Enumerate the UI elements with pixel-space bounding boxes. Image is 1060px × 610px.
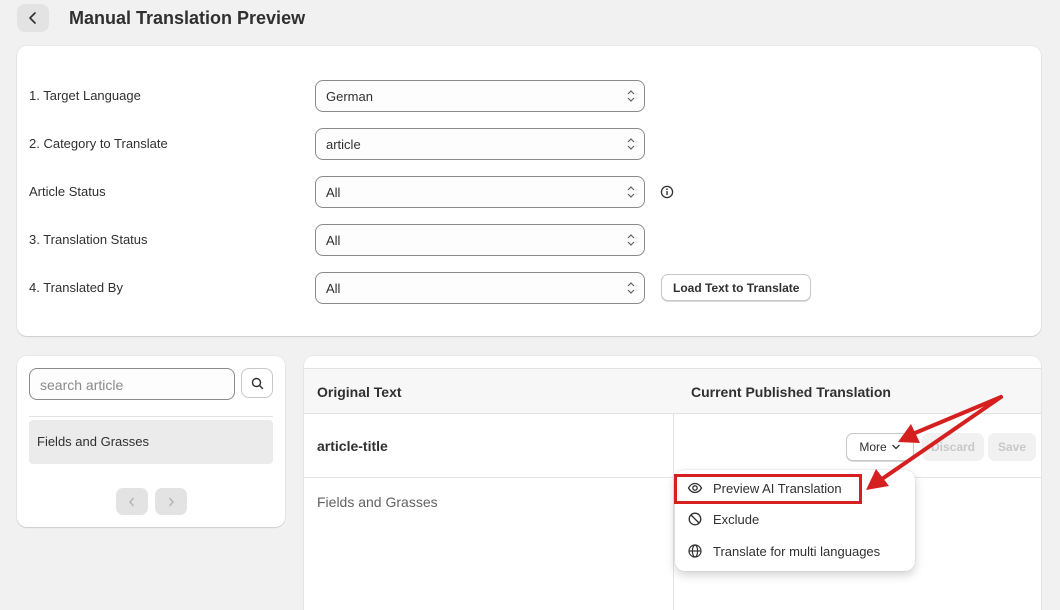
chevron-right-icon bbox=[168, 497, 174, 506]
menu-item-exclude[interactable]: Exclude bbox=[683, 505, 907, 533]
select-chevron-icon bbox=[627, 234, 635, 246]
article-status-label: Article Status bbox=[29, 184, 106, 199]
search-icon bbox=[251, 377, 263, 389]
select-chevron-icon bbox=[627, 186, 635, 198]
article-status-select[interactable]: All bbox=[315, 176, 645, 208]
search-button[interactable] bbox=[241, 368, 273, 398]
menu-item-label: Preview AI Translation bbox=[713, 480, 842, 496]
menu-item-preview-ai-translation[interactable]: Preview AI Translation bbox=[683, 474, 907, 502]
translation-status-select[interactable]: All bbox=[315, 224, 645, 256]
target-language-select[interactable]: German bbox=[315, 80, 645, 112]
next-page-button[interactable] bbox=[155, 488, 187, 515]
load-text-button[interactable]: Load Text to Translate bbox=[661, 274, 812, 301]
article-status-value: All bbox=[326, 185, 341, 200]
select-chevron-icon bbox=[627, 138, 635, 150]
translated-by-value: All bbox=[326, 281, 341, 296]
article-status-row: Article Status All bbox=[17, 176, 1041, 208]
save-button[interactable]: Save bbox=[988, 433, 1036, 461]
target-language-row: 1. Target Language German bbox=[17, 80, 1041, 112]
category-value: article bbox=[326, 137, 361, 152]
eye-icon bbox=[687, 482, 703, 494]
original-text-cell: Fields and Grasses bbox=[317, 494, 438, 510]
info-icon[interactable] bbox=[660, 185, 674, 199]
menu-item-label: Translate for multi languages bbox=[713, 543, 881, 559]
sidebar-divider bbox=[29, 416, 273, 417]
settings-card: 1. Target Language German 2. Category to… bbox=[17, 46, 1041, 336]
discard-button[interactable]: Discard bbox=[922, 433, 984, 461]
menu-item-label: Exclude bbox=[713, 511, 760, 527]
column-header-translation: Current Published Translation bbox=[691, 384, 891, 400]
row-key: article-title bbox=[317, 438, 388, 454]
search-input[interactable]: search article bbox=[29, 368, 235, 400]
back-button[interactable] bbox=[17, 4, 49, 32]
more-label: More bbox=[859, 440, 887, 454]
category-select[interactable]: article bbox=[315, 128, 645, 160]
sidebar-item-label: Fields and Grasses bbox=[37, 434, 149, 449]
select-chevron-icon bbox=[627, 90, 635, 102]
translation-status-row: 3. Translation Status All bbox=[17, 224, 1041, 256]
more-button[interactable]: More bbox=[846, 433, 914, 461]
prev-page-button[interactable] bbox=[116, 488, 148, 515]
column-divider bbox=[673, 414, 674, 610]
target-language-label: 1. Target Language bbox=[29, 88, 141, 103]
target-language-value: German bbox=[326, 89, 373, 104]
chevron-left-icon bbox=[29, 12, 36, 24]
select-chevron-icon bbox=[627, 282, 635, 294]
translation-table: Original Text Current Published Translat… bbox=[304, 356, 1041, 610]
block-icon bbox=[688, 512, 702, 526]
translated-by-select[interactable]: All bbox=[315, 272, 645, 304]
chevron-down-icon bbox=[891, 444, 900, 450]
translation-status-value: All bbox=[326, 233, 341, 248]
table-header: Original Text Current Published Translat… bbox=[304, 368, 1041, 414]
column-header-original: Original Text bbox=[317, 384, 402, 400]
translation-status-label: 3. Translation Status bbox=[29, 232, 148, 247]
globe-icon bbox=[688, 544, 702, 558]
category-label: 2. Category to Translate bbox=[29, 136, 168, 151]
category-row: 2. Category to Translate article bbox=[17, 128, 1041, 160]
menu-item-translate-multi[interactable]: Translate for multi languages bbox=[683, 537, 907, 565]
translated-by-row: 4. Translated By All Load Text to Transl… bbox=[17, 272, 1041, 304]
more-dropdown-menu: Preview AI Translation Exclude Translate… bbox=[675, 470, 915, 571]
translated-by-label: 4. Translated By bbox=[29, 280, 123, 295]
sidebar-item-fields-and-grasses[interactable]: Fields and Grasses bbox=[29, 420, 273, 464]
chevron-left-icon bbox=[129, 497, 135, 506]
article-sidebar: search article Fields and Grasses bbox=[17, 356, 285, 527]
page-title: Manual Translation Preview bbox=[69, 8, 306, 28]
